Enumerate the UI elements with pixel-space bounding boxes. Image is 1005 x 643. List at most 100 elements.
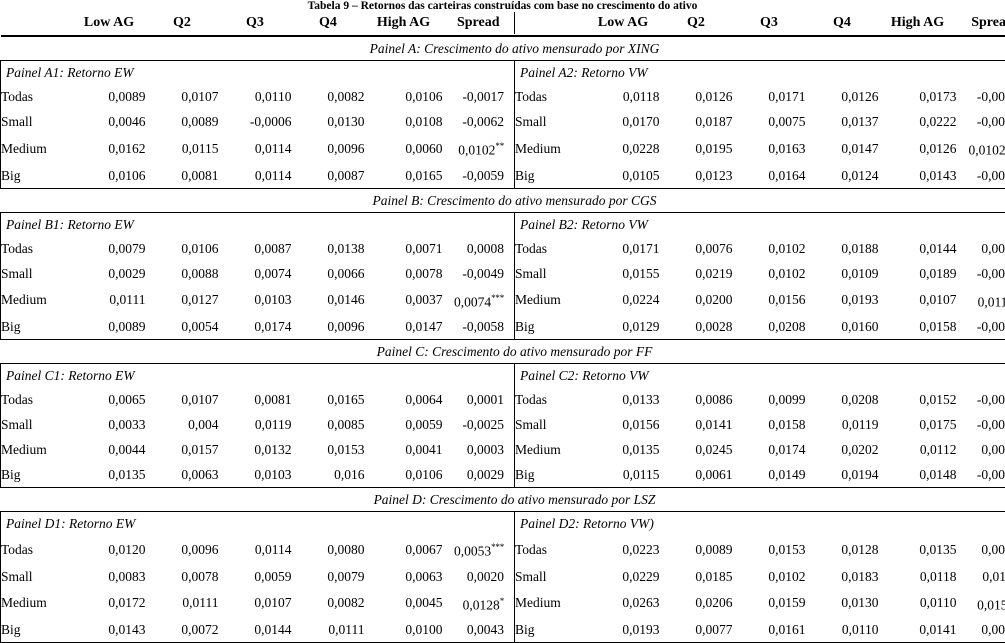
cell-right-medium-q4: 0,0147: [806, 134, 879, 163]
cell-right-medium-q2: 0,0195: [660, 134, 733, 163]
subpanel-label-row-2: Painel C1: Retorno EWPainel C2: Retorno …: [1, 364, 1005, 388]
row-label-right-big: Big: [515, 163, 587, 189]
cell-right-small-q3: 0,0102: [733, 564, 806, 589]
significance-stars: *: [500, 596, 504, 606]
column-header-low-ag-left: Low AG: [73, 12, 146, 34]
cell-left-small-q3: -0,0006: [219, 109, 292, 134]
cell-right-small-q3: 0,0158: [733, 412, 806, 437]
table-row: Big0,00890,00540,01740,00960,0147-0,0058…: [1, 314, 1005, 340]
spread-value: -0,0058: [462, 319, 504, 334]
table-row: Small0,00830,00780,00590,00790,00630,002…: [1, 564, 1005, 589]
cell-right-medium-high-ag: 0,0112: [879, 437, 957, 462]
spread-value: -0,0025: [462, 417, 504, 432]
row-label-left-small: Small: [1, 261, 73, 286]
cell-left-medium-q4: 0,0153: [292, 437, 365, 462]
cell-left-small-spread: -0,0025: [443, 412, 515, 437]
cell-left-small-high-ag: 0,0078: [365, 261, 443, 286]
cell-right-big-q2: 0,0123: [660, 163, 733, 189]
spread-value: 0,0102: [458, 143, 495, 158]
subpanel-label-right-2: Painel C2: Retorno VW: [515, 364, 1005, 388]
cell-right-todas-q3: 0,0102: [733, 236, 806, 261]
row-label-left-medium: Medium: [1, 437, 73, 462]
table-row: Medium0,01110,01270,01030,01460,00370,00…: [1, 286, 1005, 315]
cell-right-todas-q2: 0,0126: [660, 84, 733, 109]
cell-right-big-q3: 0,0149: [733, 462, 806, 488]
cell-right-medium-q4: 0,0193: [806, 286, 879, 315]
cell-right-medium-low-ag: 0,0263: [587, 589, 660, 618]
table-row: Big0,01350,00630,01030,0160,01060,0029Bi…: [1, 462, 1005, 488]
cell-right-todas-high-ag: 0,0152: [879, 387, 957, 412]
cell-right-big-q4: 0,0194: [806, 462, 879, 488]
cell-left-big-high-ag: 0,0106: [365, 462, 443, 488]
spread-value: 0,0102: [968, 143, 1005, 158]
cell-left-big-q2: 0,0063: [146, 462, 219, 488]
row-label-right-medium: Medium: [515, 134, 587, 163]
cell-left-small-q2: 0,004: [146, 412, 219, 437]
cell-left-big-q3: 0,0103: [219, 462, 292, 488]
cell-left-small-spread: -0,0049: [443, 261, 515, 286]
cell-right-todas-low-ag: 0,0223: [587, 535, 660, 564]
cell-right-todas-q4: 0,0126: [806, 84, 879, 109]
row-label-left-small: Small: [1, 109, 73, 134]
significance-stars: ***: [491, 293, 504, 303]
cell-left-todas-spread: 0,0053***: [443, 535, 515, 564]
table-row: Medium0,01720,01110,01070,00820,00450,01…: [1, 589, 1005, 618]
cell-left-big-q2: 0,0072: [146, 617, 219, 643]
cell-left-medium-high-ag: 0,0060: [365, 134, 443, 163]
cell-right-small-low-ag: 0,0156: [587, 412, 660, 437]
row-label-right-todas: Todas: [515, 84, 587, 109]
cell-right-medium-q2: 0,0206: [660, 589, 733, 618]
cell-left-big-spread: 0,0029: [443, 462, 515, 488]
cell-left-todas-high-ag: 0,0106: [365, 84, 443, 109]
cell-left-medium-spread: 0,0074***: [443, 286, 515, 315]
table-row: Big0,01060,00810,01140,00870,0165-0,0059…: [1, 163, 1005, 189]
subpanel-label-right-3: Painel D2: Retorno VW): [515, 512, 1005, 536]
table-header-row: Low AGQ2Q3Q4High AGSpreadLow AGQ2Q3Q4Hig…: [1, 12, 1005, 34]
row-label-right-small: Small: [515, 412, 587, 437]
spread-value: -0,0049: [462, 266, 504, 281]
significance-stars: **: [495, 141, 504, 151]
cell-right-medium-low-ag: 0,0224: [587, 286, 660, 315]
cell-right-small-high-ag: 0,0175: [879, 412, 957, 437]
row-label-right-small: Small: [515, 261, 587, 286]
cell-left-medium-low-ag: 0,0044: [73, 437, 146, 462]
cell-right-small-q4: 0,0183: [806, 564, 879, 589]
cell-left-big-q4: 0,0096: [292, 314, 365, 340]
row-label-left-todas: Todas: [1, 535, 73, 564]
cell-left-medium-high-ag: 0,0037: [365, 286, 443, 315]
cell-left-todas-low-ag: 0,0065: [73, 387, 146, 412]
cell-right-medium-high-ag: 0,0110: [879, 589, 957, 618]
cell-right-small-spread: 0,0111: [957, 564, 1005, 589]
cell-right-medium-high-ag: 0,0126: [879, 134, 957, 163]
cell-right-small-high-ag: 0,0189: [879, 261, 957, 286]
cell-left-small-high-ag: 0,0108: [365, 109, 443, 134]
row-label-right-small: Small: [515, 564, 587, 589]
cell-left-small-q2: 0,0088: [146, 261, 219, 286]
cell-right-todas-high-ag: 0,0135: [879, 535, 957, 564]
row-label-right-medium: Medium: [515, 437, 587, 462]
spread-value: 0,0152: [977, 597, 1005, 612]
cell-right-todas-spread: -0,0018: [957, 387, 1005, 412]
cell-left-todas-q2: 0,0107: [146, 84, 219, 109]
spread-value: 0,0128: [463, 597, 500, 612]
row-label-right-medium: Medium: [515, 286, 587, 315]
cell-right-small-high-ag: 0,0118: [879, 564, 957, 589]
cell-right-big-low-ag: 0,0193: [587, 617, 660, 643]
subpanel-label-left-1: Painel B1: Retorno EW: [1, 212, 515, 236]
column-header-q4-left: Q4: [292, 12, 365, 34]
cell-left-big-q3: 0,0174: [219, 314, 292, 340]
cell-left-todas-q2: 0,0107: [146, 387, 219, 412]
cell-right-big-low-ag: 0,0105: [587, 163, 660, 189]
column-header-spread-right: Spread: [957, 12, 1005, 34]
row-label-left-big: Big: [1, 314, 73, 340]
cell-right-todas-spread: 0,0088: [957, 535, 1005, 564]
cell-right-todas-low-ag: 0,0133: [587, 387, 660, 412]
cell-right-medium-q3: 0,0159: [733, 589, 806, 618]
cell-right-todas-q4: 0,0208: [806, 387, 879, 412]
cell-right-big-q3: 0,0164: [733, 163, 806, 189]
subpanel-label-right-0: Painel A2: Retorno VW: [515, 61, 1005, 85]
cell-right-medium-q2: 0,0200: [660, 286, 733, 315]
cell-left-big-low-ag: 0,0143: [73, 617, 146, 643]
spread-value: 0,0020: [467, 569, 504, 584]
cell-left-big-spread: -0,0058: [443, 314, 515, 340]
